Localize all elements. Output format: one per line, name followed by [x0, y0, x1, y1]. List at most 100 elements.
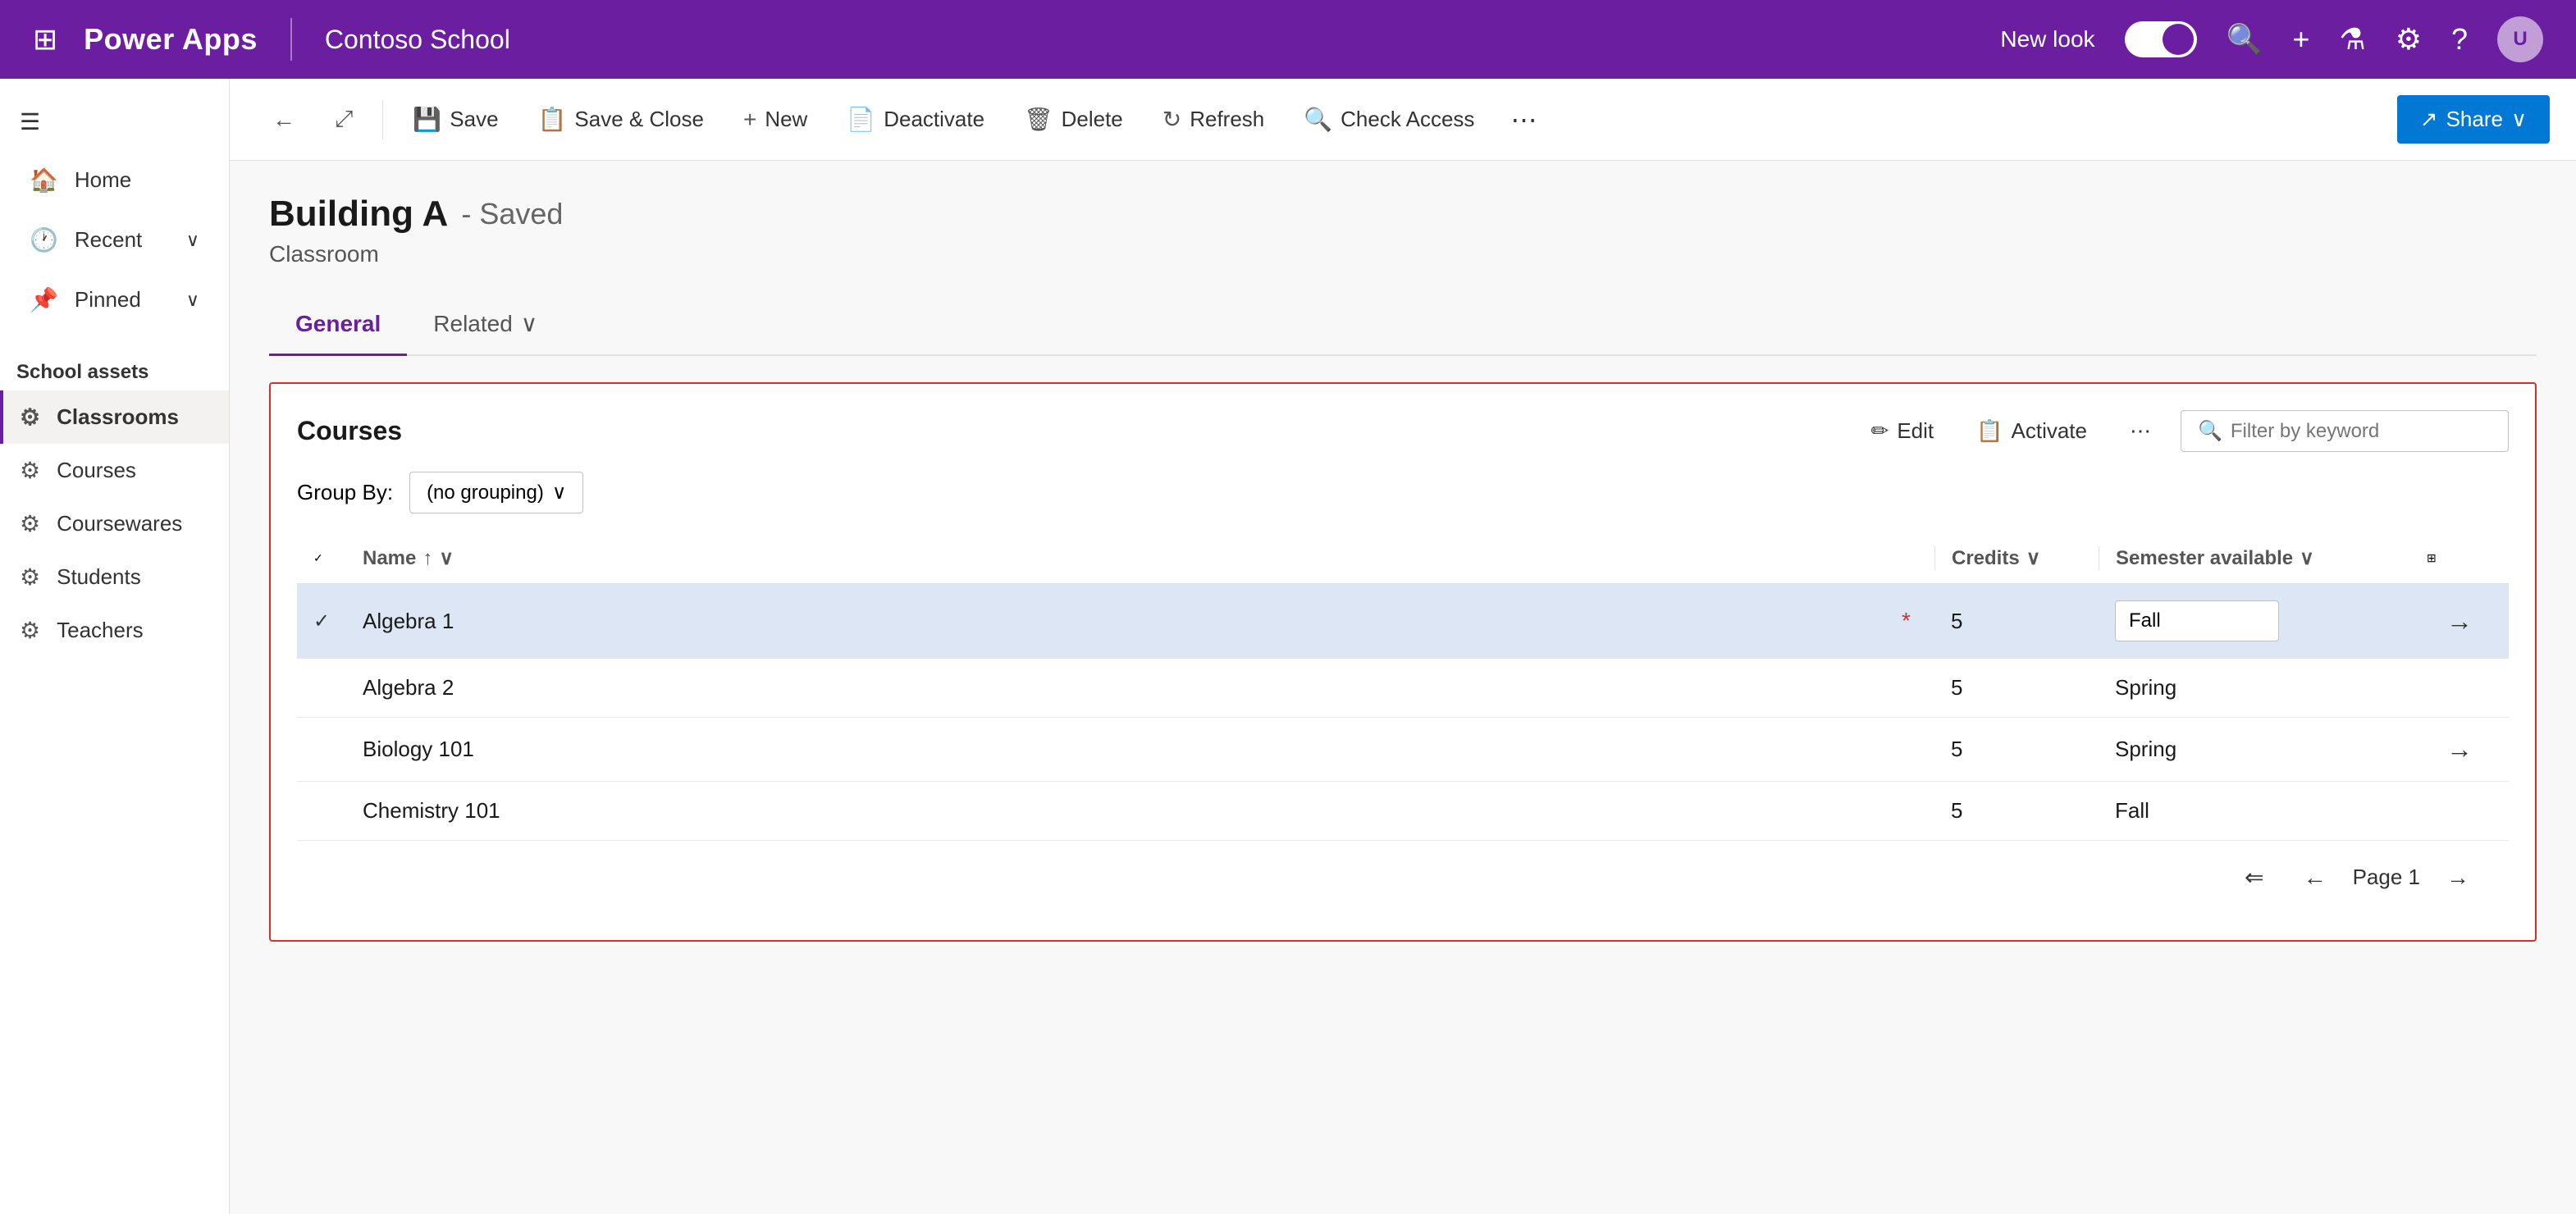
classrooms-label: Classrooms: [57, 404, 179, 430]
page-next-button[interactable]: →: [2433, 858, 2482, 897]
semester-input[interactable]: [2115, 600, 2279, 641]
edit-button[interactable]: ✏ Edit: [1858, 410, 1948, 452]
save-close-label: Save & Close: [574, 107, 704, 132]
sidebar-recent-label: Recent: [75, 227, 142, 253]
record-saved-status: - Saved: [461, 197, 563, 231]
table-row[interactable]: Chemistry 101 5 Fall: [297, 782, 2509, 841]
table-row[interactable]: Biology 101 5 Spring →: [297, 718, 2509, 782]
th-check[interactable]: ✓: [313, 551, 363, 565]
settings-icon[interactable]: ⚙: [2396, 22, 2422, 57]
save-label: Save: [450, 107, 498, 132]
activate-icon: 📋: [1976, 418, 2003, 444]
sidebar-item-pinned[interactable]: 📌 Pinned ∨: [13, 272, 216, 328]
row-name: Chemistry 101: [363, 798, 1902, 824]
row-name: Biology 101: [363, 737, 1902, 762]
sidebar-item-teachers[interactable]: ⚙ Teachers: [0, 604, 229, 657]
delete-button[interactable]: 🗑 Delete: [1007, 94, 1140, 144]
refresh-label: Refresh: [1190, 107, 1264, 132]
help-icon[interactable]: ?: [2451, 22, 2468, 57]
activate-button[interactable]: 📋 Activate: [1963, 410, 2100, 452]
nav-right: New look 🔍 + ⚗ ⚙ ? U: [2000, 16, 2543, 62]
sidebar-item-home[interactable]: 🏠 Home: [13, 152, 216, 208]
hamburger-icon[interactable]: ☰: [13, 95, 216, 148]
sidebar-section-title: School assets: [0, 345, 229, 390]
sidebar-item-classrooms[interactable]: ⚙ Classrooms: [0, 390, 229, 444]
teachers-icon: ⚙: [20, 617, 40, 644]
row-credits: 5: [1934, 798, 2099, 824]
tab-related[interactable]: Related ∨: [407, 294, 564, 356]
page-content: Building A - Saved Classroom General Rel…: [230, 161, 2576, 1214]
pagination: ⇐ ← Page 1 →: [297, 841, 2509, 914]
recent-icon: 🕐: [30, 226, 58, 253]
classrooms-icon: ⚙: [20, 404, 40, 431]
new-look-toggle[interactable]: [2125, 21, 2197, 57]
column-config-icon[interactable]: ⊞: [2427, 551, 2437, 564]
deactivate-label: Deactivate: [884, 107, 984, 132]
section-more-button[interactable]: ⋯: [2117, 410, 2164, 452]
coursewares-icon: ⚙: [20, 510, 40, 537]
check-access-button[interactable]: 🔍 Check Access: [1287, 94, 1491, 144]
page-prev-button[interactable]: ←: [2291, 858, 2340, 897]
section-more-icon: ⋯: [2130, 418, 2151, 444]
check-access-label: Check Access: [1341, 107, 1474, 132]
th-name-sort-asc-icon: ↑: [422, 547, 432, 570]
back-button[interactable]: ←: [256, 95, 312, 144]
sidebar-item-students[interactable]: ⚙ Students: [0, 550, 229, 604]
semester-text: Fall: [2115, 798, 2149, 823]
page-first-button[interactable]: ⇐: [2231, 857, 2277, 897]
search-icon[interactable]: 🔍: [2227, 22, 2263, 57]
row-check[interactable]: ✓: [313, 609, 363, 633]
page-label: Page 1: [2353, 865, 2420, 890]
sidebar-item-recent[interactable]: 🕐 Recent ∨: [13, 212, 216, 268]
save-close-button[interactable]: 📋 Save & Close: [522, 94, 720, 144]
semester-text: Spring: [2115, 737, 2176, 761]
open-new-button[interactable]: ⤢: [318, 94, 369, 144]
students-label: Students: [57, 564, 141, 590]
deactivate-button[interactable]: 📄 Deactivate: [830, 94, 1001, 144]
th-semester-chevron-icon: ∨: [2300, 546, 2314, 570]
new-button[interactable]: + New: [727, 95, 824, 144]
row-name: Algebra 2: [363, 675, 1902, 701]
table-rows: ✓ Algebra 1 * 5 → Algebra 2 5 Spring Bio…: [297, 584, 2509, 841]
more-button[interactable]: ⋯: [1497, 93, 1550, 147]
row-navigate-button[interactable]: →: [2427, 606, 2492, 637]
delete-label: Delete: [1062, 107, 1123, 132]
row-semester-cell: Spring: [2099, 737, 2427, 762]
app-name: Contoso School: [325, 25, 510, 55]
add-icon[interactable]: +: [2292, 22, 2309, 57]
brand-title: Power Apps: [84, 22, 258, 57]
save-button[interactable]: 💾 Save: [396, 94, 514, 144]
check-access-icon: 🔍: [1304, 106, 1332, 133]
table-row[interactable]: Algebra 2 5 Spring: [297, 659, 2509, 718]
group-by-select[interactable]: (no grouping) ∨: [409, 472, 583, 513]
pinned-chevron-icon: ∨: [186, 290, 199, 311]
th-semester-label: Semester available: [2116, 547, 2293, 570]
content-area: ← ⤢ 💾 Save 📋 Save & Close + New 📄 Deacti…: [230, 79, 2576, 1214]
sidebar-item-courses[interactable]: ⚙ Courses: [0, 444, 229, 497]
th-semester[interactable]: Semester available ∨: [2099, 546, 2427, 570]
filter-input[interactable]: [2231, 420, 2477, 443]
th-credits[interactable]: Credits ∨: [1934, 546, 2099, 570]
sidebar-item-coursewares[interactable]: ⚙ Coursewares: [0, 497, 229, 550]
tab-general[interactable]: General: [269, 294, 407, 356]
filter-icon[interactable]: ⚗: [2339, 22, 2365, 57]
toolbar: ← ⤢ 💾 Save 📋 Save & Close + New 📄 Deacti…: [230, 79, 2576, 161]
row-semester-cell: Spring: [2099, 675, 2427, 701]
group-by-label: Group By:: [297, 480, 393, 505]
row-navigate-button[interactable]: →: [2427, 734, 2492, 764]
back-icon: ←: [272, 107, 295, 133]
row-semester-cell: [2099, 600, 2427, 641]
sidebar-home-label: Home: [75, 167, 131, 193]
waffle-icon[interactable]: ⊞: [33, 22, 57, 57]
new-icon: +: [743, 107, 756, 133]
recent-chevron-icon: ∨: [186, 230, 199, 251]
share-button[interactable]: ↗ Share ∨: [2397, 95, 2550, 144]
refresh-button[interactable]: ↻ Refresh: [1146, 94, 1281, 144]
edit-label: Edit: [1897, 418, 1934, 444]
home-icon: 🏠: [30, 167, 58, 194]
table-row[interactable]: ✓ Algebra 1 * 5 →: [297, 584, 2509, 659]
avatar[interactable]: U: [2497, 16, 2543, 62]
record-title-row: Building A - Saved: [269, 194, 2537, 235]
th-name[interactable]: Name ↑ ∨: [363, 546, 1934, 570]
row-credits: 5: [1934, 737, 2099, 762]
